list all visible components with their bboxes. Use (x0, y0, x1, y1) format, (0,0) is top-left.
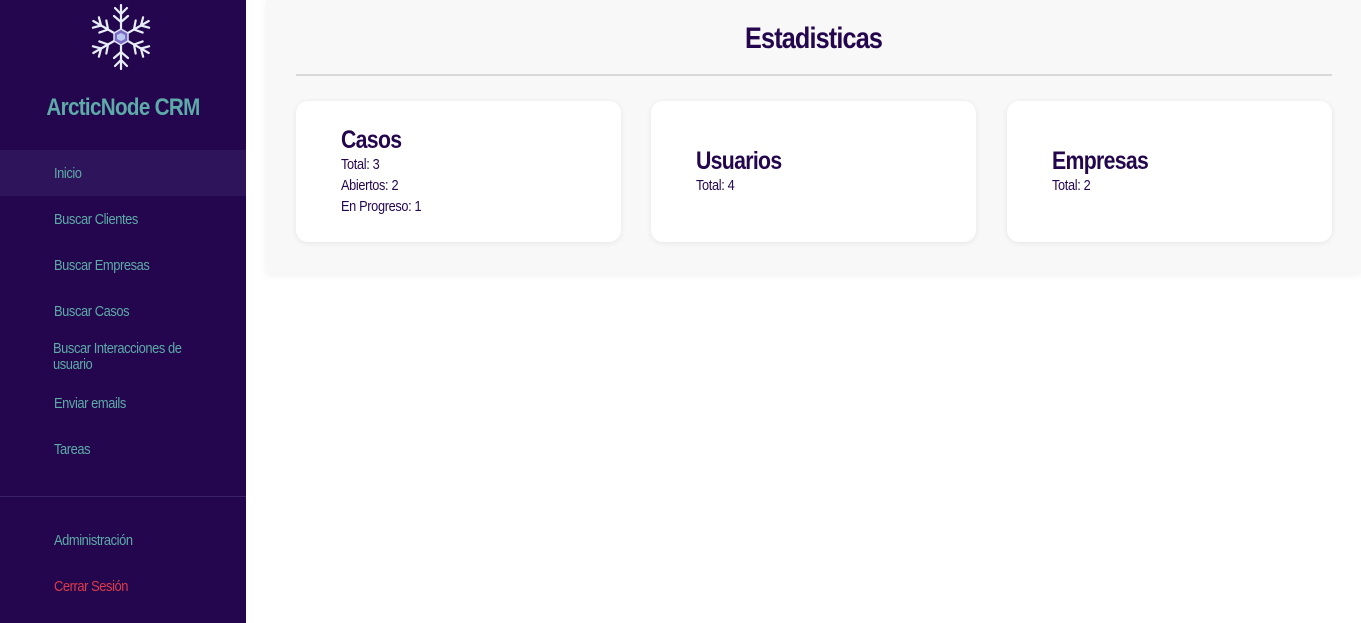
card-title: Usuarios (696, 146, 782, 175)
sidebar-item-inicio[interactable]: Inicio (0, 150, 246, 196)
card-title: Empresas (1052, 146, 1149, 175)
sidebar: ArcticNode CRM Inicio Buscar Clientes Bu… (0, 0, 246, 623)
brand-name: ArcticNode CRM (46, 94, 200, 121)
sidebar-divider (0, 496, 246, 497)
stat-card-casos: Casos Total: 3 Abiertos: 2 En Progreso: … (296, 101, 621, 242)
card-title: Casos (341, 125, 402, 154)
sidebar-nav: Inicio Buscar Clientes Buscar Empresas B… (0, 150, 246, 472)
sidebar-item-tareas[interactable]: Tareas (0, 426, 246, 472)
sidebar-item-label: Enviar emails (54, 394, 126, 412)
sidebar-item-label: Inicio (54, 164, 82, 182)
card-stat: Abiertos: 2 (341, 176, 399, 194)
sidebar-item-label: Buscar Casos (54, 302, 130, 320)
sidebar-item-administracion[interactable]: Administración (0, 517, 246, 563)
snowflake-icon[interactable] (86, 2, 156, 72)
sidebar-item-buscar-interacciones[interactable]: Buscar Interacciones de usuario (0, 334, 246, 380)
sidebar-item-buscar-casos[interactable]: Buscar Casos (0, 288, 246, 334)
sidebar-item-label: Administración (54, 531, 133, 549)
sidebar-item-buscar-clientes[interactable]: Buscar Clientes (0, 196, 246, 242)
stat-card-usuarios: Usuarios Total: 4 (651, 101, 976, 242)
card-stat: Total: 4 (696, 176, 735, 194)
sidebar-item-label: Buscar Empresas (54, 256, 150, 274)
sidebar-item-label: Buscar Interacciones de usuario (53, 340, 182, 373)
page-title: Estadisticas (296, 22, 1332, 56)
sidebar-item-label: Tareas (54, 440, 91, 458)
sidebar-item-label: Cerrar Sesión (54, 577, 129, 595)
card-stat: En Progreso: 1 (341, 197, 422, 215)
sidebar-bottom-nav: Administración Cerrar Sesión (0, 517, 246, 609)
card-stat: Total: 3 (341, 155, 380, 173)
sidebar-item-label: Buscar Clientes (54, 210, 138, 228)
page-title-text: Estadisticas (745, 22, 884, 55)
sidebar-item-enviar-emails[interactable]: Enviar emails (0, 380, 246, 426)
logout-button[interactable]: Cerrar Sesión (0, 563, 246, 609)
stat-card-empresas: Empresas Total: 2 (1007, 101, 1332, 242)
title-divider (296, 74, 1332, 76)
sidebar-item-buscar-empresas[interactable]: Buscar Empresas (0, 242, 246, 288)
card-stat: Total: 2 (1052, 176, 1091, 194)
